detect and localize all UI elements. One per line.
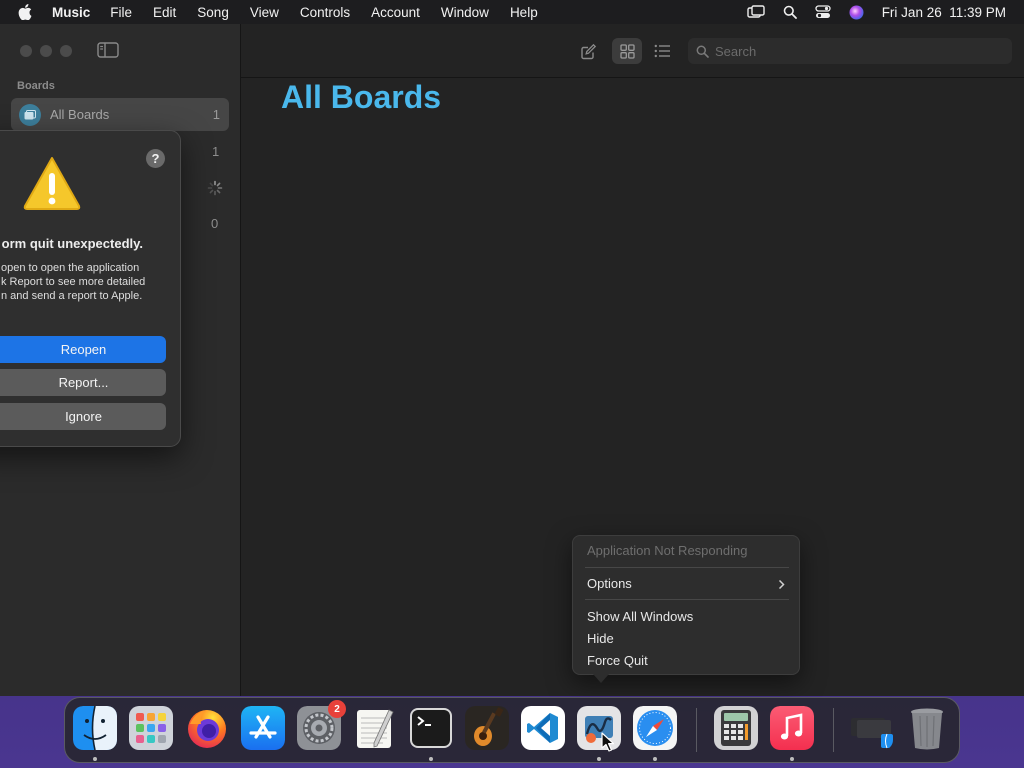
chevron-right-icon [778, 578, 785, 593]
menu-controls[interactable]: Controls [300, 5, 350, 20]
menu-item-options[interactable]: Options [587, 576, 632, 591]
firefox-icon[interactable] [185, 706, 229, 750]
dock: 2 [64, 697, 960, 763]
menu-item-not-responding: Application Not Responding [587, 543, 748, 558]
search-input[interactable] [715, 43, 995, 59]
new-board-icon[interactable] [573, 38, 603, 64]
search-icon [696, 45, 709, 58]
search-field[interactable] [688, 38, 1012, 64]
music-icon[interactable] [770, 706, 814, 750]
warning-icon [22, 155, 82, 214]
menu-file[interactable]: File [110, 5, 132, 20]
mouse-cursor-icon [601, 732, 615, 755]
dock-separator [696, 708, 697, 752]
menu-separator [585, 599, 789, 600]
menu-item-show-all-windows[interactable]: Show All Windows [587, 609, 693, 624]
running-indicator [790, 757, 794, 761]
report-button[interactable]: Report... [0, 369, 166, 396]
crash-alert-dialog: ? orm quit unexpectedly. open to open th… [0, 130, 181, 447]
dialog-message: open to open the application k Report to… [1, 262, 146, 302]
menu-pointer [593, 674, 609, 683]
downloads-stack-icon[interactable] [849, 706, 893, 750]
textedit-icon[interactable] [353, 706, 397, 750]
menu-window[interactable]: Window [441, 5, 489, 20]
running-indicator [93, 757, 97, 761]
sidebar-heading: Boards [17, 80, 55, 92]
menu-item-hide[interactable]: Hide [587, 631, 614, 646]
terminal-icon[interactable] [409, 706, 453, 750]
menu-view[interactable]: View [250, 5, 279, 20]
sidebar-toggle-icon[interactable] [97, 42, 119, 61]
zoom-window-button[interactable] [60, 45, 72, 57]
safari-icon[interactable] [633, 706, 677, 750]
launchpad-icon[interactable] [129, 706, 173, 750]
toolbar [241, 24, 1024, 78]
finder-icon[interactable] [73, 706, 117, 750]
menu-app-name[interactable]: Music [52, 5, 90, 20]
menu-item-force-quit[interactable]: Force Quit [587, 653, 648, 668]
calculator-icon[interactable] [714, 706, 758, 750]
sidebar-item-all-boards[interactable]: All Boards 1 [11, 98, 229, 131]
siri-icon[interactable] [849, 5, 864, 20]
menu-edit[interactable]: Edit [153, 5, 176, 20]
control-center-icon[interactable] [815, 5, 831, 19]
window-controls [20, 45, 72, 57]
menu-account[interactable]: Account [371, 5, 420, 20]
spotlight-search-icon[interactable] [783, 5, 797, 19]
garageband-icon[interactable] [465, 706, 509, 750]
reopen-button[interactable]: Reopen [0, 336, 166, 363]
menu-song[interactable]: Song [197, 5, 229, 20]
loading-spinner-icon [207, 180, 223, 199]
running-indicator [653, 757, 657, 761]
page-title: All Boards [281, 79, 442, 115]
close-window-button[interactable] [20, 45, 32, 57]
screen-mirroring-icon[interactable] [746, 5, 765, 19]
menu-bar: Music File Edit Song View Controls Accou… [0, 0, 1024, 24]
menu-help[interactable]: Help [510, 5, 538, 20]
notification-badge: 2 [328, 700, 346, 718]
sidebar-item-count: 0 [211, 216, 219, 231]
grid-view-icon[interactable] [612, 38, 642, 64]
sidebar-item-count: 1 [212, 144, 220, 159]
menu-clock[interactable]: Fri Jan 26 11:39 PM [882, 5, 1006, 20]
minimize-window-button[interactable] [40, 45, 52, 57]
sidebar-item-count: 1 [212, 107, 220, 122]
trash-icon[interactable] [905, 706, 949, 750]
running-indicator [429, 757, 433, 761]
sidebar-item-label: All Boards [50, 107, 110, 122]
boards-icon [19, 103, 41, 126]
dock-separator [833, 708, 834, 752]
app-store-icon[interactable] [241, 706, 285, 750]
apple-menu-icon[interactable] [18, 4, 36, 20]
help-button[interactable]: ? [146, 149, 165, 168]
running-indicator [597, 757, 601, 761]
dialog-title: orm quit unexpectedly. [1, 236, 143, 251]
list-view-icon[interactable] [647, 38, 677, 64]
ignore-button[interactable]: Ignore [0, 403, 166, 430]
dock-context-menu: Application Not Responding Options Show … [572, 535, 800, 675]
menu-separator [585, 567, 789, 568]
vscode-icon[interactable] [521, 706, 565, 750]
